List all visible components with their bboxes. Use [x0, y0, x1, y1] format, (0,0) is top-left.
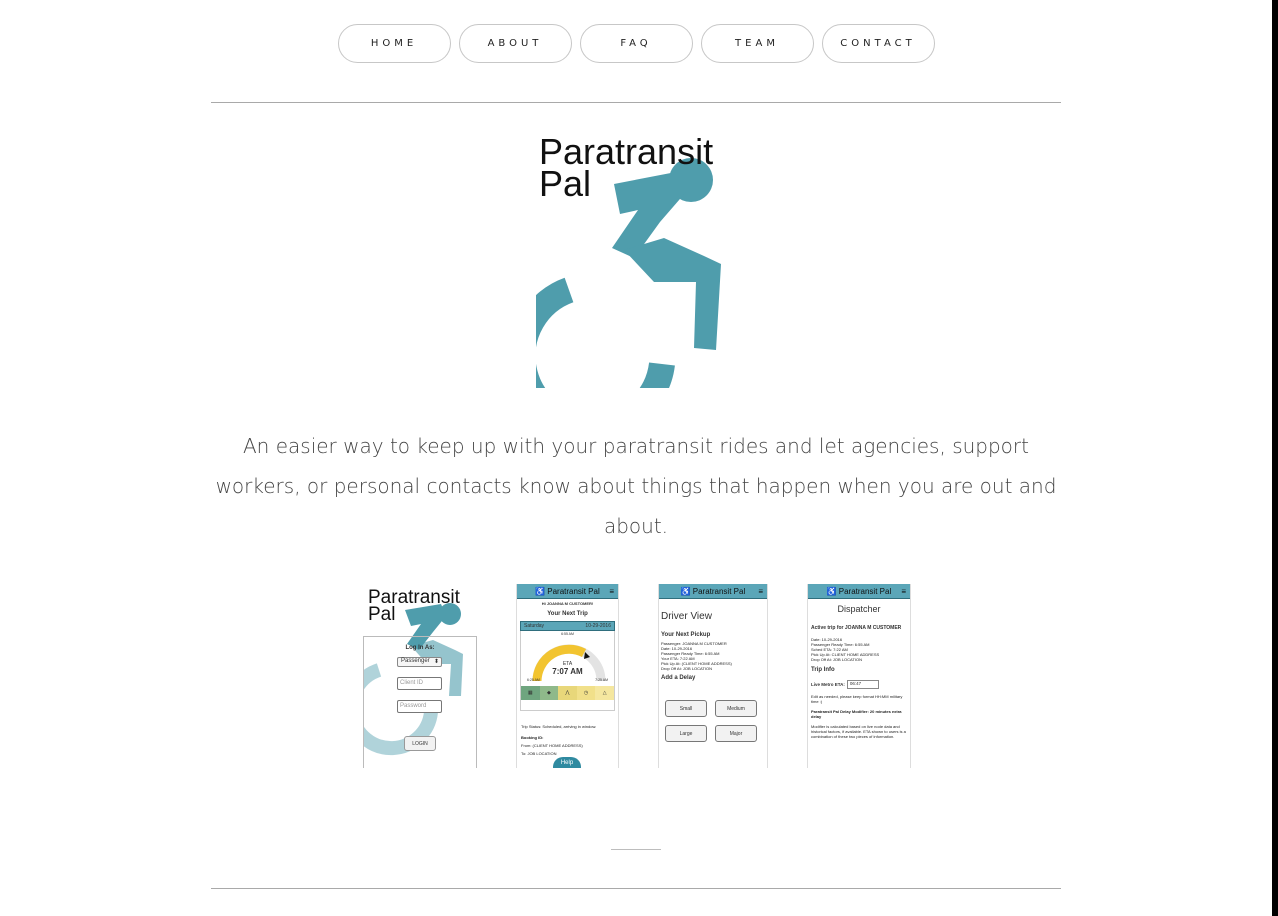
- passenger-app-header: ♿ Paratransit Pal ≡: [517, 584, 618, 599]
- gauge-left-time: 6:25 AM: [527, 678, 540, 682]
- login-logo-line2: Pal: [368, 604, 396, 625]
- driver-app-header: ♿ Paratransit Pal ≡: [659, 584, 767, 599]
- client-id-field[interactable]: Client ID: [397, 677, 442, 690]
- delay-modifier: Paratransit Pal Delay Modifier: 20 minut…: [811, 709, 902, 719]
- tagline: An easier way to keep up with your parat…: [215, 434, 1057, 538]
- screenshot-login[interactable]: Paratransit Pal Log In As: Passenger ⬍ Cl…: [363, 584, 477, 768]
- gauge-right-time: 7:25 AM: [595, 678, 608, 682]
- trip-info-title: Trip Info: [811, 667, 835, 673]
- main-nav: HOME ABOUT FAQ TEAM CONTACT: [0, 24, 1272, 63]
- car-icon: ◆: [539, 686, 559, 700]
- logo-title-line2: Pal: [539, 163, 592, 204]
- hamburger-menu-icon[interactable]: ≡: [901, 587, 906, 596]
- screenshot-passenger[interactable]: ♿ Paratransit Pal ≡ Hi JOANNA M CUSTOMER! …: [516, 584, 619, 768]
- dispatcher-trip-details: Date: 10-29-2016 Passenger Ready Time: 6…: [808, 637, 910, 662]
- next-trip-title: Your Next Trip: [547, 611, 588, 617]
- active-trip-title: Active trip for JOANNA M CUSTOMER: [811, 625, 902, 631]
- calendar-icon: ▦: [521, 686, 540, 700]
- next-pickup-title: Your Next Pickup: [661, 632, 711, 638]
- hamburger-menu-icon[interactable]: ≡: [758, 587, 763, 596]
- app-logo-icon: ♿: [680, 586, 691, 596]
- gauge-top-time: 6:55 AM: [561, 632, 574, 636]
- dispatcher-header-title: Paratransit Pal: [838, 586, 892, 596]
- login-panel: Log In As: Passenger ⬍ Client ID Password…: [363, 636, 477, 768]
- window-edge: [1272, 0, 1278, 916]
- add-delay-title: Add a Delay: [661, 675, 696, 681]
- delay-medium-button[interactable]: Medium: [715, 700, 757, 717]
- nav-contact-button[interactable]: CONTACT: [821, 24, 935, 63]
- eta-time: 7:07 AM: [552, 667, 583, 676]
- nav-faq-button[interactable]: FAQ: [579, 24, 693, 63]
- app-logo-icon: ♿: [826, 586, 837, 596]
- top-divider: [211, 102, 1061, 103]
- short-divider: [611, 849, 661, 850]
- live-eta-field[interactable]: 06:47: [846, 680, 879, 689]
- edit-note: Edit as needed, please keep format HH:MM…: [811, 694, 903, 704]
- pickup-details: Passenger: JOANNA M CUSTOMER Date: 10-29…: [659, 641, 767, 671]
- hamburger-menu-icon[interactable]: ≡: [609, 587, 614, 596]
- screenshot-dispatcher[interactable]: ♿ Paratransit Pal ≡ Dispatcher Active trip…: [807, 584, 911, 768]
- booking-id: Booking ID:: [521, 735, 544, 740]
- dispatcher-title: Dispatcher: [837, 604, 881, 614]
- passenger-header-title: Paratransit Pal: [547, 586, 600, 596]
- role-select-value: Passenger: [401, 658, 430, 664]
- delay-large-button[interactable]: Large: [665, 725, 707, 742]
- trip-day: Saturday: [524, 623, 545, 629]
- logo: Paratransit Pal: [536, 132, 736, 388]
- role-select[interactable]: Passenger ⬍: [397, 657, 442, 667]
- help-button[interactable]: Help: [553, 757, 581, 768]
- chevron-updown-icon: ⬍: [433, 659, 439, 665]
- modifier-note: Modifier is calculated based on live nod…: [811, 724, 906, 739]
- driver-view-title: Driver View: [661, 611, 712, 622]
- trip-from: From: (CLIENT HOME ADDRESS): [521, 743, 583, 748]
- trip-detail: Drop Off At: JOB LOCATION: [811, 657, 862, 662]
- trip-progress-bar: ▦ ◆ ⋀ ◷ △: [521, 686, 614, 700]
- driver-header-title: Paratransit Pal: [692, 586, 746, 596]
- app-screenshots: Paratransit Pal Log In As: Passenger ⬍ Cl…: [0, 584, 1278, 768]
- password-field[interactable]: Password: [397, 700, 442, 713]
- trip-date-bar: Saturday 10-29-2016: [520, 621, 615, 631]
- eta-card: 6:55 AM ETA 7:07 AM 6:25 AM 7:25 AM ▦ ◆ …: [520, 631, 615, 711]
- delay-major-button[interactable]: Major: [715, 725, 757, 742]
- nav-team-button[interactable]: TEAM: [700, 24, 814, 63]
- pickup-detail: Drop Off At: JOB LOCATION: [661, 666, 712, 671]
- login-button[interactable]: LOGIN: [404, 736, 436, 751]
- road-icon: ⋀: [558, 686, 577, 700]
- bottom-divider: [211, 888, 1061, 889]
- nav-about-button[interactable]: ABOUT: [458, 24, 572, 63]
- dispatcher-app-header: ♿ Paratransit Pal ≡: [808, 584, 910, 599]
- trip-status: Trip Status: Scheduled, arriving in wind…: [521, 724, 597, 729]
- passenger-greeting: Hi JOANNA M CUSTOMER!: [541, 601, 594, 606]
- screenshot-driver[interactable]: ♿ Paratransit Pal ≡ Driver View Your Next …: [658, 584, 768, 768]
- live-eta-label: Live Metro ETA:: [811, 682, 845, 687]
- delay-small-button[interactable]: Small: [665, 700, 707, 717]
- clock-icon: ◷: [576, 686, 596, 700]
- app-logo-icon: ♿: [535, 586, 546, 596]
- live-eta-row: Live Metro ETA: 06:47: [808, 680, 910, 689]
- trip-to: To: JOB LOCATION: [521, 751, 557, 756]
- nav-home-button[interactable]: HOME: [337, 24, 451, 63]
- trip-date: 10-29-2016: [585, 623, 611, 629]
- bell-icon: △: [595, 686, 614, 700]
- log-in-as-label: Log In As:: [405, 645, 435, 651]
